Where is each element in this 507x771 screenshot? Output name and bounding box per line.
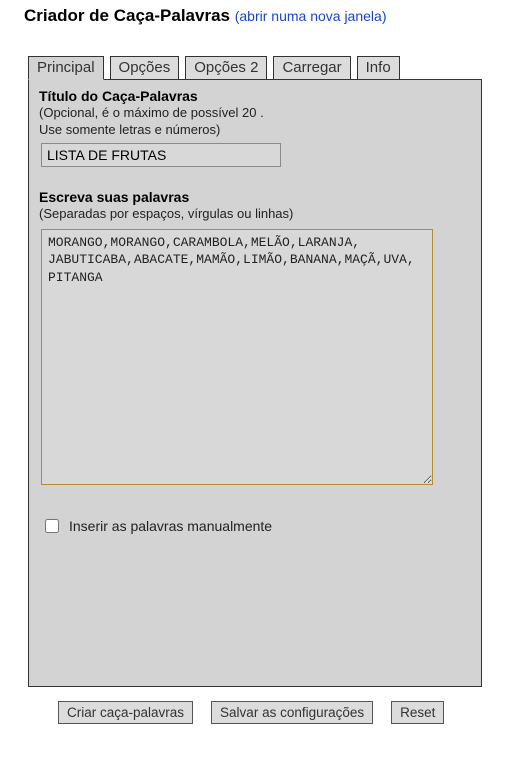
title-section: Título do Caça-Palavras (Opcional, é o m… [39,88,471,167]
words-textarea[interactable] [41,229,433,485]
title-hint: (Opcional, é o máximo de possível 20 . U… [39,105,471,139]
tab-info[interactable]: Info [357,56,400,80]
tab-strip: Principal Opções Opções 2 Carregar Info [28,56,507,80]
main-panel: Título do Caça-Palavras (Opcional, é o m… [28,79,482,687]
save-settings-button[interactable]: Salvar as configurações [211,701,373,724]
manual-insert-label[interactable]: Inserir as palavras manualmente [69,518,272,534]
page-header: Criador de Caça-Palavras (abrir numa nov… [0,0,507,38]
tab-opcoes-2[interactable]: Opções 2 [185,56,267,80]
manual-insert-row: Inserir as palavras manualmente [45,518,471,534]
tab-carregar[interactable]: Carregar [273,56,350,80]
open-new-window-link[interactable]: (abrir numa nova janela) [235,8,387,24]
page-title: Criador de Caça-Palavras [24,6,230,25]
title-input[interactable] [41,143,281,167]
words-hint: (Separadas por espaços, vírgulas ou linh… [39,206,471,223]
title-label: Título do Caça-Palavras [39,88,471,104]
action-button-row: Criar caça-palavras Salvar as configuraç… [58,701,507,724]
create-button[interactable]: Criar caça-palavras [58,701,193,724]
words-label: Escreva suas palavras [39,189,471,205]
words-section: Escreva suas palavras (Separadas por esp… [39,189,471,490]
reset-button[interactable]: Reset [391,701,444,724]
manual-insert-checkbox[interactable] [45,519,59,533]
tab-opcoes[interactable]: Opções [110,56,180,80]
tab-principal[interactable]: Principal [28,56,104,80]
